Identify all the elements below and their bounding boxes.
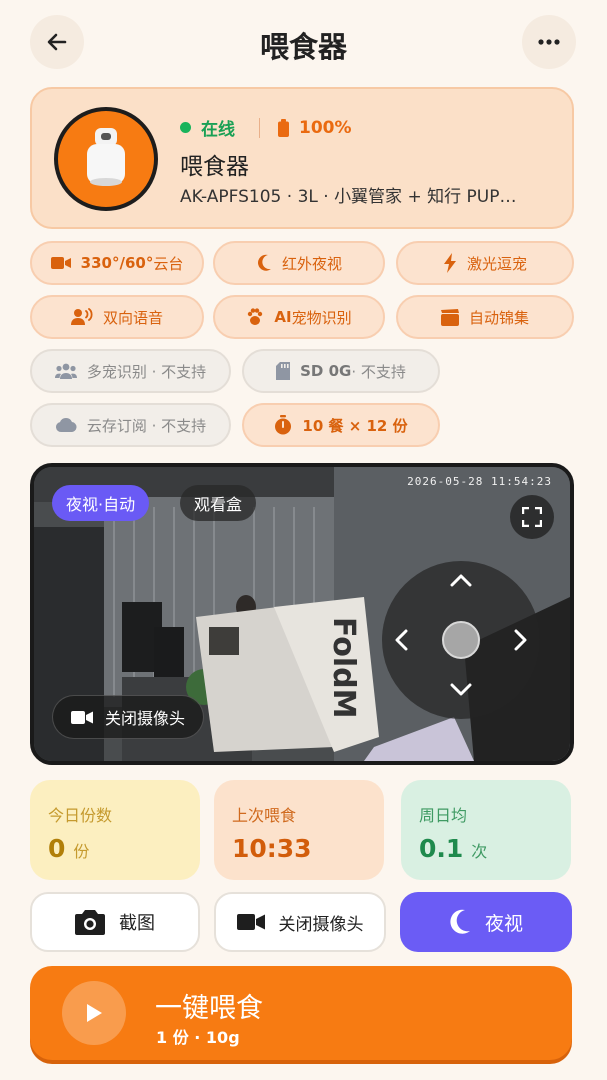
ptz-center-button[interactable] <box>442 621 480 659</box>
device-card[interactable]: 在线 100% 喂食器 AK-APFS105 · 3L · 小翼管家 + 知行 … <box>30 87 574 229</box>
device-avatar <box>54 107 158 211</box>
device-model: AK-APFS105 · 3L · 小翼管家 + 知行 PUP… <box>180 187 517 207</box>
feature-suffix: 云台 <box>153 254 184 273</box>
more-button[interactable] <box>522 15 576 69</box>
stat-weekly-average: 周日均 0.1 次 <box>401 780 571 880</box>
feed-subtitle: 1 份 · 10g <box>156 1028 240 1047</box>
timer-icon <box>274 415 292 435</box>
battery-icon <box>278 118 289 137</box>
feature-label: 红外夜视 <box>281 254 342 273</box>
online-dot-icon <box>180 122 191 133</box>
status-row: 在线 100% <box>180 115 352 140</box>
stat-value: 0.1 次 <box>419 834 488 863</box>
more-dots-icon <box>538 39 560 45</box>
sd-card-icon <box>276 362 291 380</box>
video-camera-icon <box>71 710 93 725</box>
feature-chip-voice: 双向语音 <box>30 295 204 339</box>
video-camera-icon <box>50 256 71 270</box>
cloud-icon <box>55 418 77 432</box>
moon-icon <box>449 909 471 935</box>
device-name: 喂食器 <box>180 154 249 180</box>
camera-icon <box>75 909 105 935</box>
feature-label: 多宠识别 · 不支持 <box>86 362 207 381</box>
feature-chip-laser: 激光逗宠 <box>396 241 574 285</box>
feed-title: 一键喂食 <box>155 993 263 1024</box>
header: 喂食器 <box>0 0 607 88</box>
film-clapper-icon <box>440 308 459 326</box>
feature-label: AI <box>274 308 292 326</box>
video-timestamp: 2026-05-28 11:54:23 <box>407 475 552 488</box>
ptz-right-icon[interactable] <box>514 628 528 652</box>
night-vision-label: 夜视 <box>484 912 523 935</box>
feature-chip-highlights: 自动锦集 <box>396 295 574 339</box>
feature-suffix: · 不支持 <box>351 362 406 381</box>
speaking-person-icon <box>70 308 93 326</box>
camera-feed[interactable]: FoldM 夜视·自动 观看盒 2026-05-28 11:54:23 关闭摄像… <box>30 463 574 765</box>
watch-box-badge[interactable]: 观看盒 <box>180 485 257 521</box>
close-camera-label: 关闭摄像头 <box>278 914 364 935</box>
stat-label: 今日份数 <box>48 806 113 825</box>
night-vision-button[interactable]: 夜视 <box>400 892 572 952</box>
stat-value: 10:33 <box>232 834 312 863</box>
feature-chip-ptz: 330°/60° 云台 <box>30 241 204 285</box>
feature-chip-ai: AI 宠物识别 <box>213 295 385 339</box>
svg-text:FoldM: FoldM <box>326 617 361 719</box>
page-title: 喂食器 <box>259 30 347 64</box>
night-mode-badge[interactable]: 夜视·自动 <box>52 485 150 521</box>
feature-chip-cloud: 云存订阅 · 不支持 <box>30 403 231 447</box>
divider <box>259 117 260 138</box>
lightning-icon <box>443 253 457 273</box>
stat-label: 上次喂食 <box>232 806 297 825</box>
close-camera-button[interactable]: 关闭摄像头 <box>214 892 386 952</box>
ptz-left-icon[interactable] <box>394 628 408 652</box>
ptz-down-icon[interactable] <box>449 683 473 697</box>
one-tap-feed-button[interactable]: 一键喂食 1 份 · 10g <box>30 966 572 1060</box>
paw-icon <box>246 308 264 326</box>
feature-label: 自动锦集 <box>468 308 529 327</box>
feature-suffix: 宠物识别 <box>291 308 352 327</box>
fullscreen-icon <box>522 507 542 527</box>
stat-label: 周日均 <box>419 806 468 825</box>
feeder-icon <box>87 128 125 186</box>
online-status: 在线 <box>201 120 235 140</box>
feature-chip-multi-pet: 多宠识别 · 不支持 <box>30 349 231 393</box>
battery-level: 100% <box>299 117 352 138</box>
ptz-control[interactable] <box>382 561 540 719</box>
feature-label: 10 餐 × 12 份 <box>302 416 408 435</box>
feature-label: 330°/60° <box>80 254 154 272</box>
stat-value: 0份 <box>48 834 90 863</box>
close-camera-pill[interactable]: 关闭摄像头 <box>52 695 205 739</box>
screenshot-button[interactable]: 截图 <box>30 892 200 952</box>
close-camera-label: 关闭摄像头 <box>105 709 186 728</box>
feature-chip-night-vision: 红外夜视 <box>213 241 385 285</box>
feature-label: SD 0G <box>300 362 352 380</box>
feature-label: 双向语音 <box>102 308 163 327</box>
screenshot-label: 截图 <box>119 913 155 934</box>
fullscreen-button[interactable] <box>510 495 554 539</box>
feature-chip-meals: 10 餐 × 12 份 <box>242 403 440 447</box>
play-icon <box>62 981 126 1045</box>
video-camera-icon <box>236 913 265 931</box>
stat-last-feed: 上次喂食 10:33 <box>214 780 384 880</box>
moon-icon <box>256 254 272 272</box>
multiple-users-icon <box>54 363 77 379</box>
feature-label: 云存订阅 · 不支持 <box>86 416 207 435</box>
ptz-up-icon[interactable] <box>449 573 473 587</box>
feature-label: 激光逗宠 <box>466 254 527 273</box>
stat-today-portions: 今日份数 0份 <box>30 780 200 880</box>
feature-chip-sd: SD 0G · 不支持 <box>242 349 440 393</box>
